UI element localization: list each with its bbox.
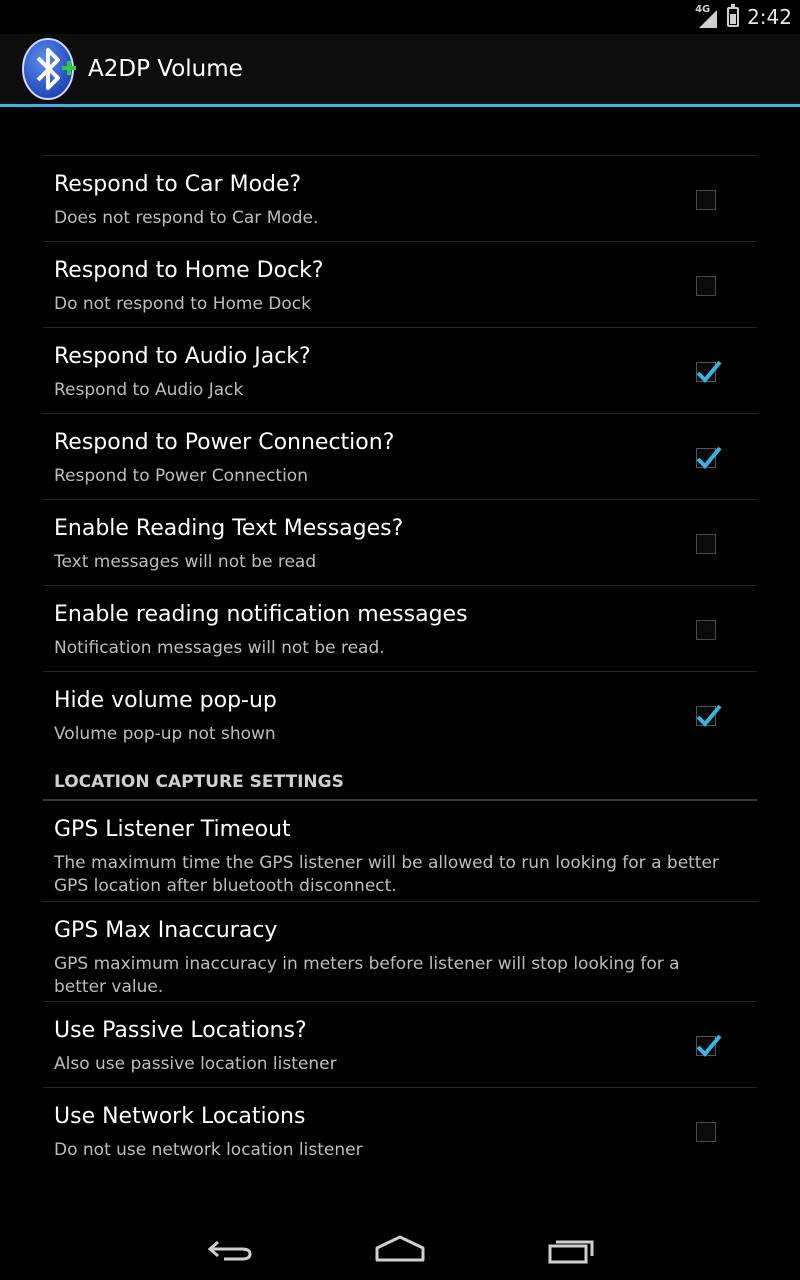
pref-summary: Volume pop-up not shown (54, 724, 276, 744)
pref-summary: Respond to Power Connection (54, 466, 308, 486)
pref-title: Respond to Power Connection? (54, 430, 395, 455)
pref-summary: Also use passive location listener (54, 1054, 337, 1074)
signal-icon: 4G (695, 4, 719, 28)
pref-title: Enable reading notification messages (54, 602, 468, 627)
hide-volume-popup-checkbox[interactable] (696, 704, 722, 727)
check-icon (696, 704, 722, 727)
battery-icon (727, 4, 740, 27)
pref-read-notifications[interactable]: Enable reading notification messages Not… (43, 585, 757, 671)
navigation-bar (0, 1216, 800, 1280)
network-locations-checkbox[interactable] (696, 1122, 716, 1142)
power-connection-checkbox[interactable] (696, 446, 722, 469)
category-header-location: LOCATION CAPTURE SETTINGS (43, 757, 757, 801)
home-icon[interactable] (374, 1232, 426, 1270)
app-title: A2DP Volume (88, 56, 243, 82)
pref-read-text-messages[interactable]: Enable Reading Text Messages? Text messa… (43, 499, 757, 585)
pref-title: Use Passive Locations? (54, 1018, 307, 1043)
car-mode-checkbox[interactable] (696, 190, 716, 210)
pref-summary: The maximum time the GPS listener will b… (54, 853, 719, 896)
pref-summary: Do not use network location listener (54, 1140, 363, 1160)
pref-passive-locations[interactable]: Use Passive Locations? Also use passive … (43, 1001, 757, 1087)
pref-title: Enable Reading Text Messages? (54, 516, 404, 541)
pref-summary: Text messages will not be read (54, 552, 317, 572)
pref-summary: Does not respond to Car Mode. (54, 208, 319, 228)
home-dock-checkbox[interactable] (696, 276, 716, 296)
pref-car-mode[interactable]: Respond to Car Mode? Does not respond to… (43, 155, 757, 241)
pref-summary: Notification messages will not be read. (54, 638, 385, 658)
clock: 2:42 (747, 5, 792, 29)
action-bar: A2DP Volume (0, 34, 800, 107)
status-icons: 4G 2:42 (695, 0, 792, 34)
network-type-label: 4G (695, 4, 711, 15)
pref-gps-listener-timeout[interactable]: GPS Listener Timeout The maximum time th… (43, 801, 757, 901)
check-icon (696, 360, 722, 383)
pref-power-connection[interactable]: Respond to Power Connection? Respond to … (43, 413, 757, 499)
pref-hide-volume-popup[interactable]: Hide volume pop-up Volume pop-up not sho… (43, 671, 757, 757)
pref-summary: Do not respond to Home Dock (54, 294, 311, 314)
bluetooth-app-icon[interactable] (22, 38, 78, 100)
pref-summary: Respond to Audio Jack (54, 380, 244, 400)
pref-home-dock[interactable]: Respond to Home Dock? Do not respond to … (43, 241, 757, 327)
pref-title: Respond to Car Mode? (54, 172, 302, 197)
check-icon (696, 1034, 722, 1057)
recents-icon[interactable] (546, 1232, 598, 1270)
category-label: LOCATION CAPTURE SETTINGS (54, 772, 344, 792)
pref-title: Respond to Audio Jack? (54, 344, 311, 369)
pref-summary: GPS maximum inaccuracy in meters before … (54, 954, 680, 997)
read-notifications-checkbox[interactable] (696, 620, 716, 640)
back-icon[interactable] (204, 1232, 254, 1270)
preference-list: Respond to Car Mode? Does not respond to… (43, 155, 757, 1173)
pref-network-locations[interactable]: Use Network Locations Do not use network… (43, 1087, 757, 1173)
pref-title: Respond to Home Dock? (54, 258, 324, 283)
pref-audio-jack[interactable]: Respond to Audio Jack? Respond to Audio … (43, 327, 757, 413)
pref-title: GPS Listener Timeout (54, 817, 291, 842)
read-text-messages-checkbox[interactable] (696, 534, 716, 554)
passive-locations-checkbox[interactable] (696, 1034, 722, 1057)
audio-jack-checkbox[interactable] (696, 360, 722, 383)
pref-title: GPS Max Inaccuracy (54, 918, 278, 943)
pref-title: Hide volume pop-up (54, 688, 277, 713)
status-bar: 4G 2:42 (0, 0, 800, 34)
pref-gps-max-inaccuracy[interactable]: GPS Max Inaccuracy GPS maximum inaccurac… (43, 901, 757, 1001)
check-icon (696, 446, 722, 469)
pref-title: Use Network Locations (54, 1104, 306, 1129)
